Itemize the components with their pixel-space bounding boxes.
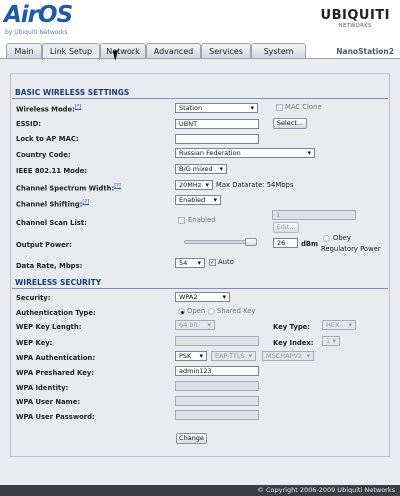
regulatory-power-label: Regulatory Power [321, 245, 381, 253]
label-key-index: Key Index: [273, 339, 314, 347]
security-select[interactable]: WPA2 [175, 292, 230, 302]
mouse-cursor-icon [113, 49, 125, 61]
airos-logo: AirOS by Ubiquiti Networks [4, 2, 73, 36]
label-lock-ap-mac: Lock to AP MAC: [16, 135, 79, 143]
help-link[interactable]: [?] [75, 104, 82, 110]
tab-services[interactable]: Services [201, 43, 251, 59]
section-divider [12, 288, 388, 289]
ieee-mode-select[interactable]: B/G mixed [175, 164, 227, 174]
help-link[interactable]: [?] [114, 183, 121, 189]
tab-main[interactable]: Main [6, 43, 42, 59]
section-divider [12, 98, 388, 99]
wpa-identity-input[interactable] [175, 381, 259, 391]
label-wep-key: WEP Key: [16, 339, 53, 347]
label-key-type: Key Type: [273, 323, 311, 331]
channel-width-select[interactable]: 20MHz [175, 180, 213, 190]
brand-name: UBIQUITI [320, 8, 390, 23]
wpa-user-name-input[interactable] [175, 396, 259, 406]
essid-select-button[interactable]: Select... [273, 118, 307, 129]
output-power-slider[interactable] [184, 240, 254, 244]
data-rate-auto-label: Auto [218, 258, 234, 266]
tab-system[interactable]: System [251, 43, 306, 59]
label-output-power: Output Power: [16, 241, 72, 249]
copyright-text: © Copyright 2006-2009 Ubiquiti Networks [257, 486, 395, 494]
label-authentication-type: Authentication Type: [16, 309, 96, 317]
label-wpa-identity: WPA Identity: [16, 384, 69, 392]
label-wireless-mode: Wireless Mode:[?] [16, 104, 82, 114]
channel-shifting-select[interactable]: Enabled [175, 195, 221, 205]
help-link[interactable]: [?] [82, 199, 89, 205]
auth-shared-radio[interactable] [208, 308, 215, 315]
key-index-select[interactable]: 1 [322, 336, 340, 346]
scan-list-enabled-checkbox[interactable] [178, 217, 185, 224]
label-channel-shifting: Channel Shifting:[?] [16, 199, 89, 209]
country-code-select[interactable]: Russian Federation [175, 148, 315, 158]
wep-key-input[interactable] [175, 336, 259, 346]
key-type-select[interactable]: HEX [322, 320, 356, 330]
data-rate-auto-checkbox[interactable]: ✓ [209, 259, 216, 266]
output-power-input[interactable]: 26 [273, 238, 298, 248]
wpa-preshared-key-input[interactable]: admin123 [175, 366, 259, 376]
label-wpa-user-name: WPA User Name: [16, 398, 81, 406]
label-country-code: Country Code: [16, 151, 71, 159]
page: AirOS by Ubiquiti Networks UBIQUITI NETW… [0, 0, 400, 496]
label-wep-key-length: WEP Key Length: [16, 323, 82, 331]
label-channel-width: Channel Spectrum Width:[?] [16, 183, 121, 193]
obey-regulatory-checkbox[interactable] [323, 235, 330, 242]
scan-list-input[interactable]: 1 [272, 210, 356, 220]
mac-clone-label: MAC Clone [285, 103, 322, 111]
label-channel-scan-list: Channel Scan List: [16, 219, 87, 227]
output-power-unit: dBm [301, 240, 319, 248]
logo-text: AirOS [4, 2, 73, 28]
label-security: Security: [16, 294, 51, 302]
section-title-wireless-security: WIRELESS SECURITY [15, 278, 102, 287]
wpa-user-password-input[interactable] [175, 410, 259, 420]
data-rate-select[interactable]: 54 [175, 258, 205, 268]
wireless-mode-select[interactable]: Station [175, 103, 258, 113]
model-name: NanoStation2 [336, 47, 394, 56]
eap-method-select[interactable]: EAP-TTLS [211, 351, 256, 361]
max-datarate-text: Max Datarate: 54Mbps [216, 181, 294, 189]
change-button[interactable]: Change [176, 433, 207, 444]
wpa-auth-select[interactable]: PSK [175, 351, 207, 361]
auth-shared-label: Shared Key [217, 307, 256, 315]
label-wpa-user-password: WPA User Password: [16, 413, 95, 421]
lock-ap-mac-input[interactable] [175, 134, 259, 144]
brand-subtitle: NETWORKS [338, 23, 372, 29]
footer: © Copyright 2006-2009 Ubiquiti Networks [0, 485, 400, 496]
tab-advanced[interactable]: Advanced [146, 43, 201, 59]
essid-input[interactable]: UBNT [175, 119, 259, 129]
label-essid: ESSID: [16, 120, 42, 128]
header: AirOS by Ubiquiti Networks UBIQUITI NETW… [0, 0, 400, 60]
output-power-slider-thumb[interactable] [244, 238, 257, 246]
label-ieee-mode: IEEE 802.11 Mode: [16, 167, 88, 175]
inner-auth-select[interactable]: MSCHAPV2 [262, 351, 314, 361]
auth-open-label: Open [187, 307, 206, 315]
label-data-rate: Data Rate, Mbps: [16, 262, 83, 270]
wep-key-length-select[interactable]: 64 bit [175, 320, 215, 330]
label-wpa-authentication: WPA Authentication: [16, 354, 96, 362]
label-wpa-preshared-key: WPA Preshared Key: [16, 369, 94, 377]
mac-clone-checkbox[interactable] [276, 104, 283, 111]
auth-open-radio[interactable] [178, 308, 185, 315]
obey-label: Obey [333, 234, 351, 242]
logo-subtitle: by Ubiquiti Networks [5, 29, 68, 36]
section-title-basic-wireless: BASIC WIRELESS SETTINGS [15, 88, 130, 97]
scan-list-enabled-label: Enabled [188, 216, 216, 224]
header-divider [0, 58, 400, 59]
scan-list-edit-button[interactable]: Edit... [273, 222, 299, 233]
ubiquiti-logo: UBIQUITI NETWORKS [321, 8, 390, 29]
